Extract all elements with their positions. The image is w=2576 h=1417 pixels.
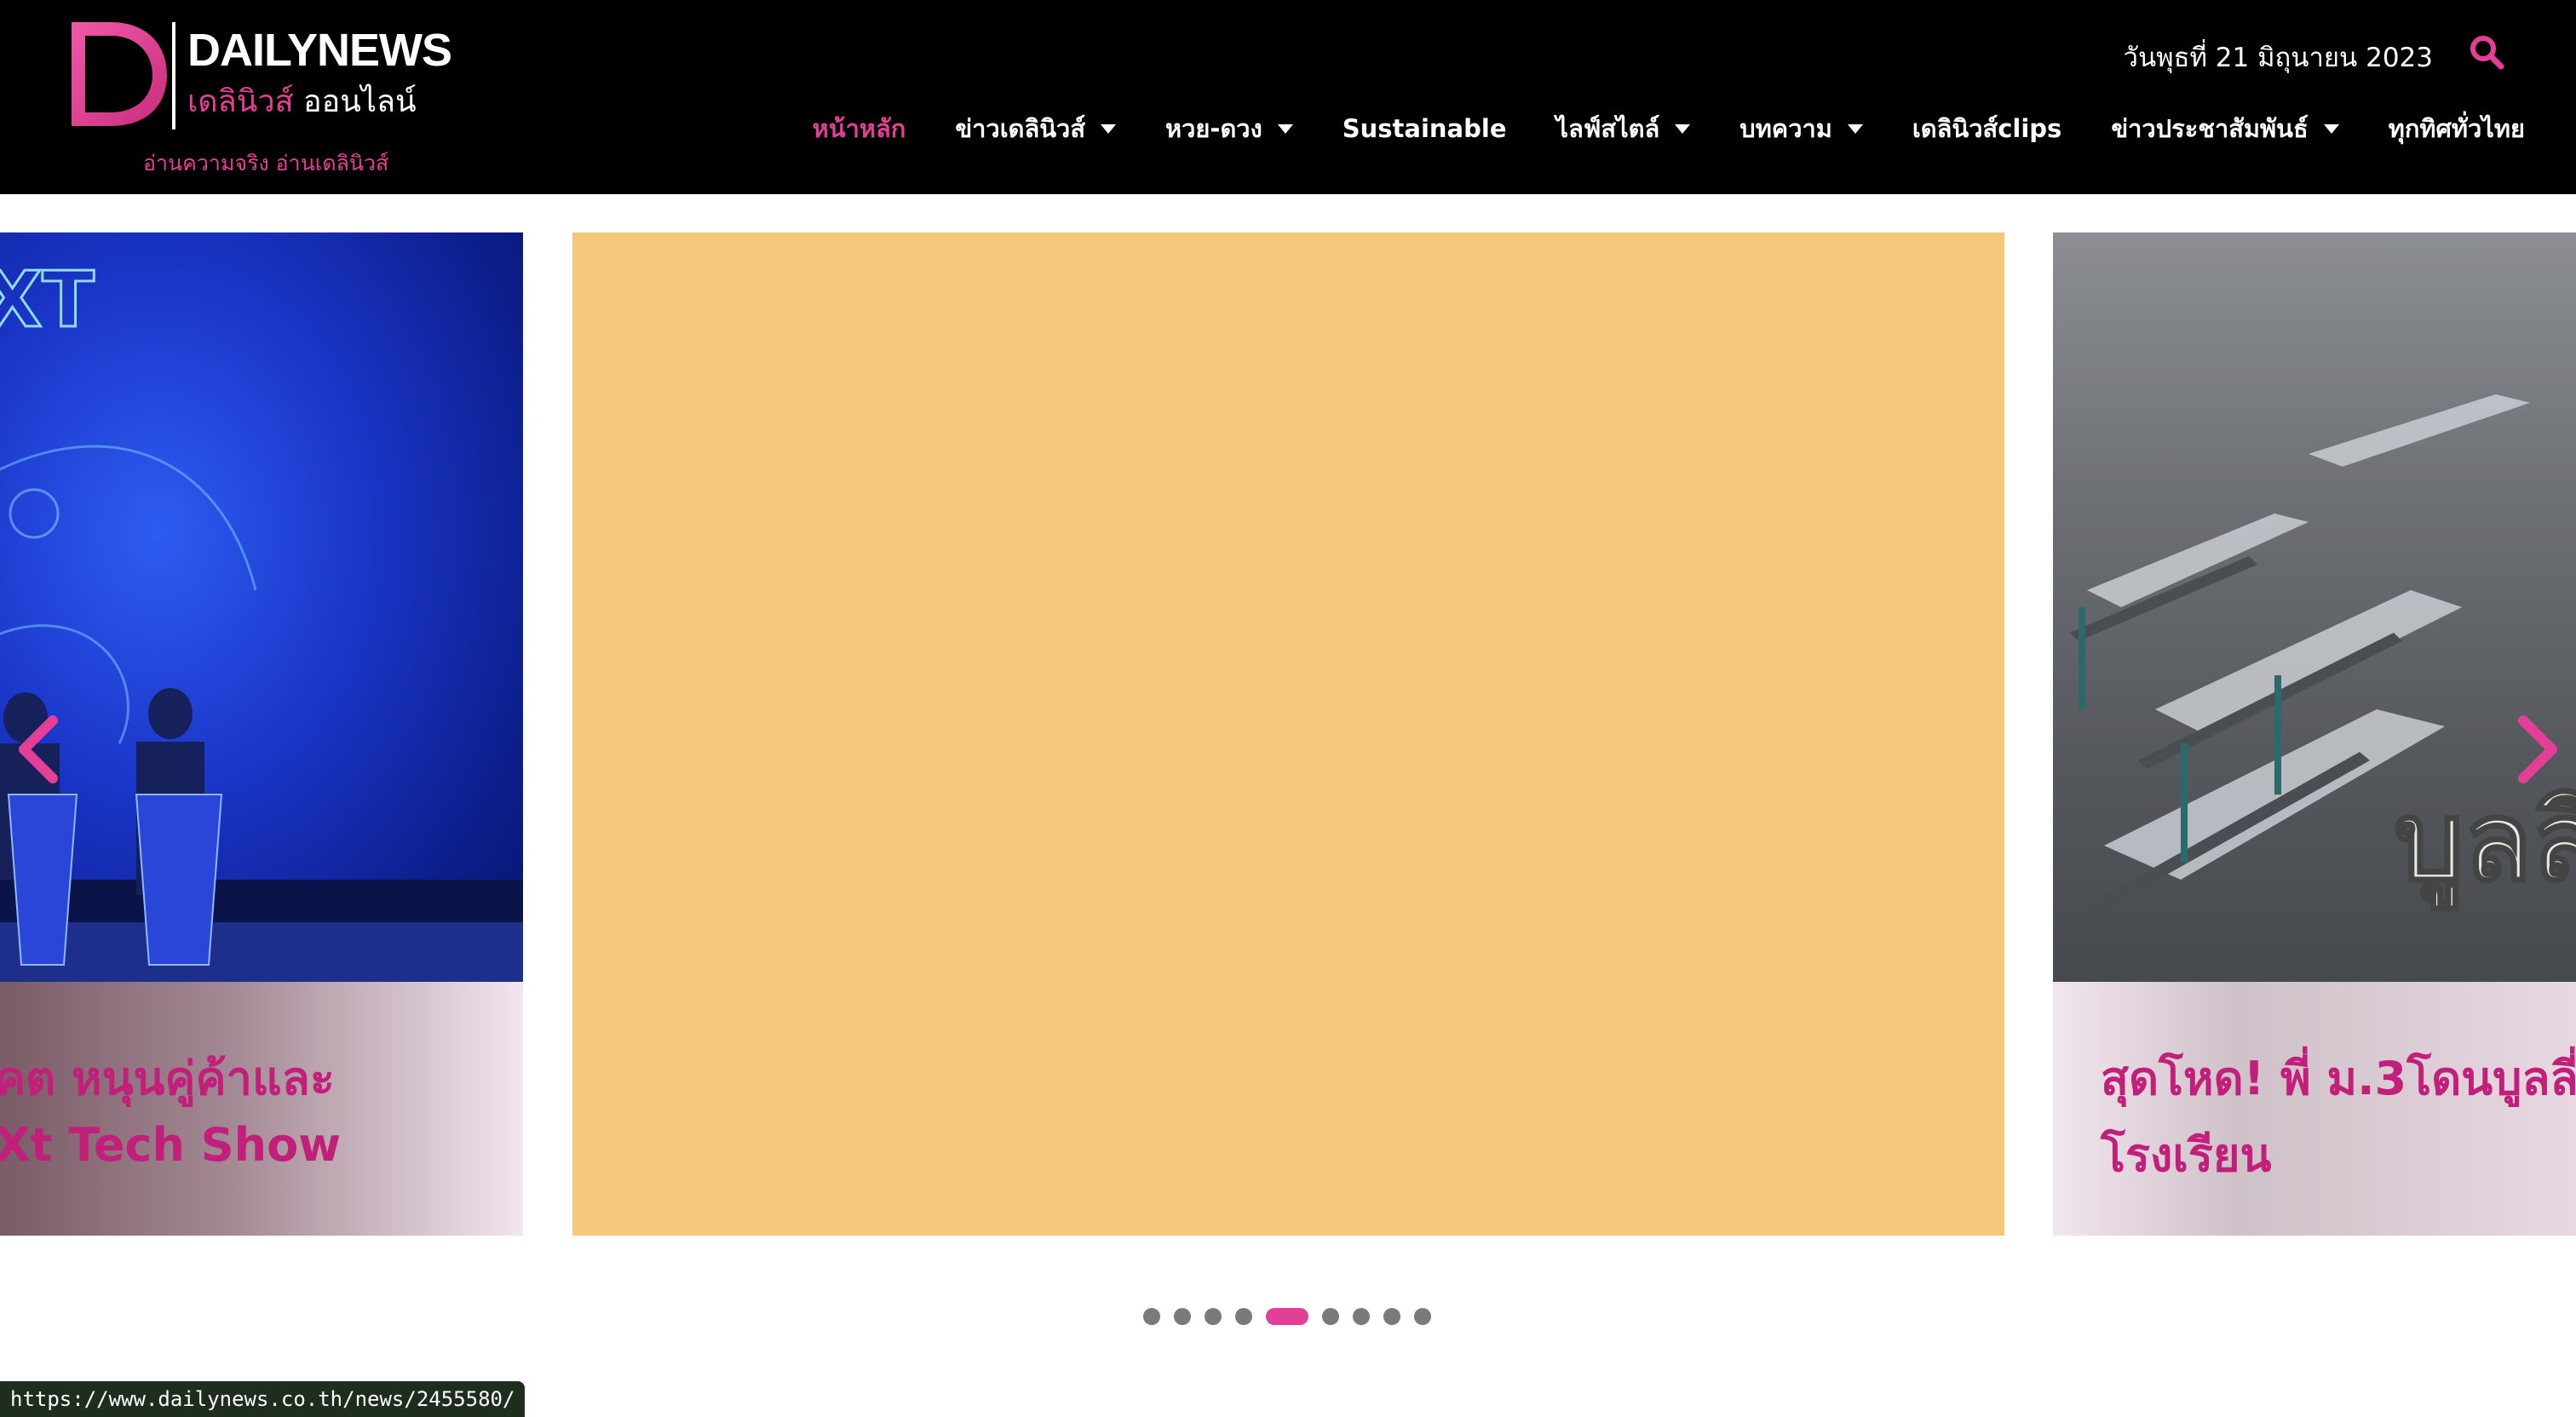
- stage-logo-text: XT: [0, 255, 95, 345]
- carousel-dot[interactable]: [1205, 1308, 1222, 1325]
- logo-subtitle: เดลินิวส์ ออนไลน์: [187, 77, 417, 125]
- nav-item[interactable]: บทความ: [1739, 109, 1863, 148]
- carousel-dot[interactable]: [1235, 1308, 1252, 1325]
- news-carousel: XT คต หนุนคู่ค้าและ Xt Tech Show บูลลี่ …: [0, 194, 2576, 1417]
- nav-item[interactable]: ข่าวเดลินิวส์: [955, 109, 1117, 148]
- slide-image-stage: XT: [0, 232, 523, 982]
- dailynews-logo[interactable]: DAILYNEWS เดลินิวส์ ออนไลน์ อ่านความจริง…: [68, 19, 460, 181]
- site-header: DAILYNEWS เดลินิวส์ ออนไลน์ อ่านความจริง…: [0, 0, 2576, 194]
- nav-item[interactable]: ข่าวประชาสัมพันธ์: [2111, 109, 2339, 148]
- chevron-down-icon: [1847, 123, 1863, 134]
- nav-item-label: ทุกทิศทั่วไทย: [2388, 114, 2525, 143]
- chevron-down-icon: [2323, 123, 2339, 134]
- nav-item-label: เดลินิวส์clips: [1912, 114, 2062, 143]
- carousel-dot[interactable]: [1143, 1308, 1160, 1325]
- logo-subtitle-white: ออนไลน์: [303, 84, 417, 119]
- nav-item-label: หวย-ดวง: [1165, 114, 1262, 143]
- caption-line-2: โรงเรียน: [2101, 1128, 2272, 1182]
- logo-divider: [172, 22, 175, 129]
- slide-image-canteen: บูลลี่: [2053, 232, 2576, 982]
- nav-item-label: ไลฟ์สไตล์: [1555, 114, 1660, 143]
- logo-d-icon: [72, 22, 167, 126]
- slide-center-placeholder[interactable]: [572, 232, 2004, 1236]
- caption-line-1: คต หนุนคู่ค้าและ: [0, 1052, 335, 1105]
- status-bar-url: https://www.dailynews.co.th/news/2455580…: [0, 1381, 526, 1417]
- carousel-dot[interactable]: [1266, 1308, 1308, 1325]
- chevron-down-icon: [1277, 123, 1293, 134]
- chevron-left-icon[interactable]: [12, 714, 63, 785]
- nav-item-label: ข่าวเดลินิวส์: [955, 114, 1086, 143]
- chevron-down-icon: [1675, 123, 1691, 134]
- logo-tagline: อ่านความจริง อ่านเดลินิวส์: [143, 151, 389, 175]
- nav-item-label: หน้าหลัก: [812, 114, 906, 143]
- logo-wordmark: DAILYNEWS: [187, 25, 452, 76]
- header-date: วันพุธที่ 21 มิถุนายน 2023: [2123, 43, 2433, 73]
- caption-line-2: Xt Tech Show: [0, 1118, 342, 1172]
- canteen-illustration: บูลลี่: [2070, 394, 2576, 914]
- nav-item-label: Sustainable: [1342, 114, 1507, 143]
- chevron-down-icon: [1101, 123, 1117, 134]
- caption-line-1: สุดโหด! พี่ ม.3โดนบูลลี่: [2101, 1052, 2576, 1105]
- carousel-dot[interactable]: [1383, 1308, 1400, 1325]
- search-icon[interactable]: [2469, 34, 2504, 70]
- nav-item[interactable]: ทุกทิศทั่วไทย: [2389, 109, 2525, 148]
- chevron-right-icon[interactable]: [2513, 714, 2564, 785]
- slide-left[interactable]: XT คต หนุนคู่ค้าและ Xt Tech Show: [0, 232, 523, 1236]
- nav-item-label: บทความ: [1739, 114, 1832, 143]
- slide-right[interactable]: บูลลี่ สุดโหด! พี่ ม.3โดนบูลลี่ โรงเรียน: [2053, 232, 2576, 1236]
- carousel-dot[interactable]: [1174, 1308, 1191, 1325]
- slide-caption[interactable]: คต หนุนคู่ค้าและ Xt Tech Show: [0, 982, 523, 1236]
- carousel-dot[interactable]: [1353, 1308, 1370, 1325]
- carousel-dot[interactable]: [1414, 1308, 1431, 1325]
- nav-item[interactable]: Sustainable: [1343, 114, 1507, 143]
- slide-caption[interactable]: สุดโหด! พี่ ม.3โดนบูลลี่ โรงเรียน: [2053, 982, 2576, 1236]
- nav-item[interactable]: ไลฟ์สไตล์: [1556, 109, 1691, 148]
- carousel-dot[interactable]: [1322, 1308, 1339, 1325]
- nav-item[interactable]: เดลินิวส์clips: [1912, 109, 2061, 148]
- canteen-overlay-text: บูลลี่: [2394, 764, 2576, 911]
- nav-item[interactable]: หน้าหลัก: [813, 109, 906, 148]
- main-nav: หน้าหลัก ข่าวเดลินิวส์ หวย-ดวง Sustainable ไ…: [813, 109, 2525, 148]
- nav-item[interactable]: หวย-ดวง: [1165, 109, 1293, 148]
- carousel-pagination: [1143, 1308, 1431, 1325]
- stage-illustration: XT: [0, 255, 523, 982]
- logo-subtitle-pink: เดลินิวส์: [187, 84, 294, 119]
- nav-item-label: ข่าวประชาสัมพันธ์: [2111, 114, 2309, 143]
